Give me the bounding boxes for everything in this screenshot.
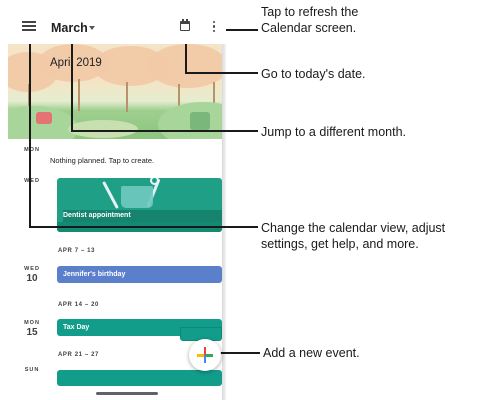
callout-line-month: [71, 32, 73, 131]
picnic-blanket: [36, 112, 52, 124]
event-jennifers-birthday[interactable]: Jennifer's birthday: [57, 266, 222, 283]
week-range: APR 14 – 20: [58, 302, 99, 308]
app-bar: March: [8, 0, 226, 44]
empty-day-message[interactable]: Nothing planned. Tap to create.: [50, 156, 154, 165]
banner-month-label: April 2019: [50, 57, 102, 69]
callout-menu: Change the calendar view, adjust setting…: [261, 221, 446, 251]
day-label: SUN: [24, 367, 40, 373]
callout-line-today: [185, 72, 258, 74]
gesture-home-bar[interactable]: [96, 392, 158, 395]
event-title: Jennifer's birthday: [63, 271, 126, 278]
phone-screen: March April 2019 MON Nothing planned. Ta…: [8, 0, 226, 400]
more-vert-icon[interactable]: [213, 21, 216, 34]
callout-line-refresh: [222, 29, 258, 31]
phone-edge: [222, 0, 226, 400]
callout-add: Add a new event.: [263, 346, 360, 360]
event-partial[interactable]: [57, 370, 222, 386]
callout-today: Go to today's date.: [261, 67, 366, 81]
hamburger-menu-icon[interactable]: [22, 21, 36, 31]
event-dentist-appointment[interactable]: Dentist appointment: [57, 178, 222, 232]
day-label: WED: [24, 266, 40, 272]
add-event-fab[interactable]: [189, 339, 221, 371]
callout-line-menu: [29, 32, 31, 227]
callout-line-menu: [29, 226, 258, 228]
chevron-down-icon[interactable]: [89, 26, 95, 30]
week-range: APR 7 – 13: [58, 248, 96, 254]
month-selector[interactable]: March: [51, 21, 88, 35]
day-label: MON: [24, 320, 40, 326]
callout-refresh: Tap to refresh the Calendar screen.: [261, 5, 359, 35]
day-label: WED: [24, 178, 40, 184]
month-banner-illustration: [8, 44, 226, 139]
day-number: 10: [26, 273, 38, 284]
day-number: 15: [26, 327, 38, 338]
day-label: MON: [24, 147, 40, 153]
event-title: Tax Day: [63, 324, 90, 331]
week-range: APR 21 – 27: [58, 352, 99, 358]
calendar-today-icon[interactable]: [180, 19, 190, 31]
callout-month: Jump to a different month.: [261, 125, 406, 139]
person-figure: [190, 112, 210, 130]
callout-line-month: [71, 130, 258, 132]
event-title: Dentist appointment: [63, 210, 222, 222]
